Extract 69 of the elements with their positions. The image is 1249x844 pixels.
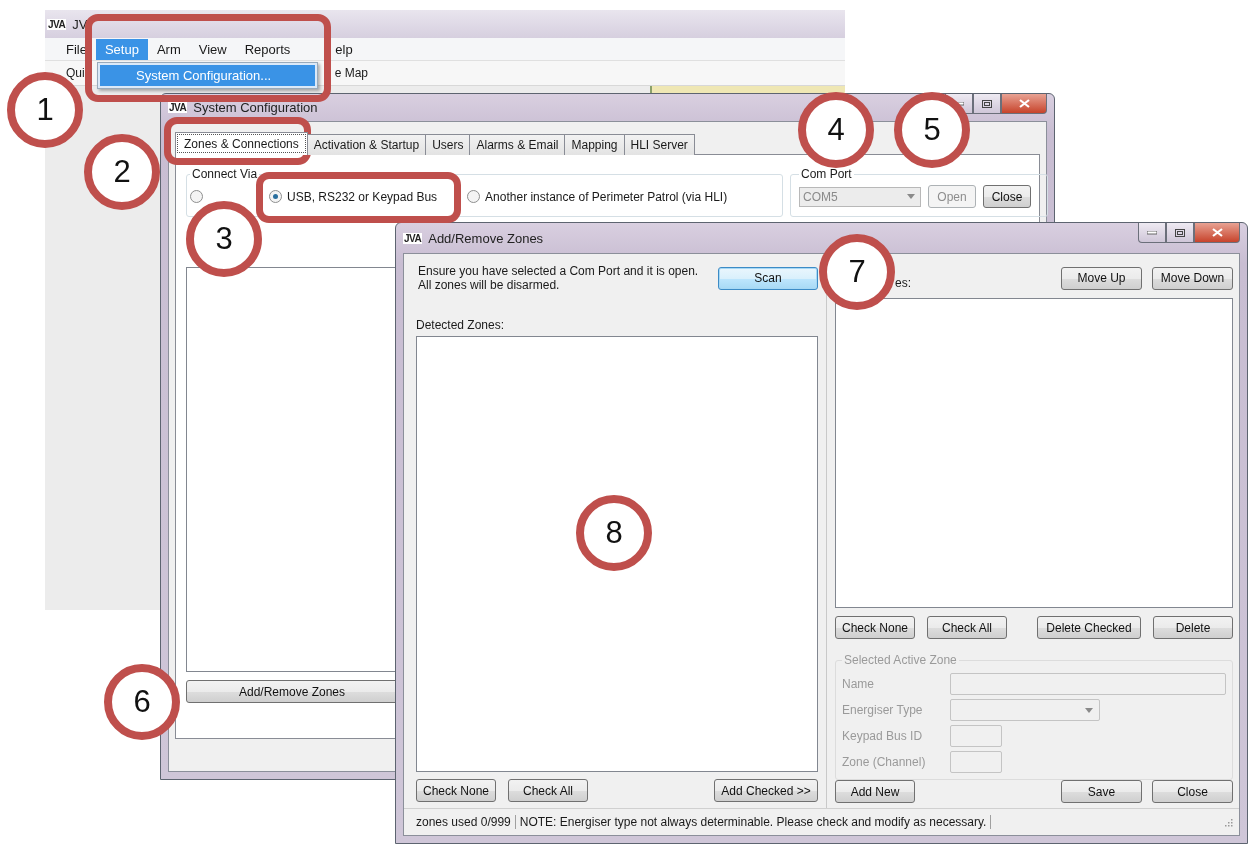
scan-button[interactable]: Scan <box>718 266 818 290</box>
footer-button[interactable]: Save <box>1061 780 1142 803</box>
move-button[interactable]: Move Up <box>1061 266 1142 290</box>
field-label: Keypad Bus ID <box>842 729 924 743</box>
maximize-icon <box>1175 228 1185 237</box>
group-label: Com Port <box>800 167 853 181</box>
list-action-button[interactable]: Check All <box>927 616 1007 639</box>
field-label: Zone (Channel) <box>842 755 927 769</box>
app-logo: JVA <box>47 18 67 30</box>
app-logo: JVA <box>168 102 188 113</box>
tab[interactable]: HLI Server <box>623 134 695 155</box>
add-checked-button[interactable]: Add Checked >> <box>714 779 818 802</box>
menu-item[interactable]: View <box>189 38 236 60</box>
group-label: Selected Active Zone <box>843 653 958 667</box>
check-button[interactable]: Check All <box>508 779 588 802</box>
notice-text: Ensure you have selected a Com Port and it is open. <box>418 264 700 278</box>
close-icon <box>1018 99 1030 108</box>
field-label: Name <box>842 677 875 691</box>
radio-button[interactable] <box>269 190 282 203</box>
footer-button[interactable]: Close <box>1152 780 1233 803</box>
radio-label: USB, RS232 or Keypad Bus <box>287 189 438 204</box>
dropdown-caret-icon <box>907 194 915 199</box>
tab[interactable]: Activation & Startup <box>306 134 427 155</box>
maximize-button[interactable] <box>1166 223 1194 243</box>
radio-button[interactable] <box>467 190 481 203</box>
dropdown-field[interactable] <box>950 699 1100 721</box>
dropdown-caret-icon <box>1085 707 1093 713</box>
radio-label: Another instance of Perimeter Patrol (via HLI) <box>485 189 728 204</box>
list-label: es: <box>895 276 911 290</box>
tab[interactable]: Alarms & Email <box>469 134 566 155</box>
add-remove-zones-button[interactable]: Add/Remove Zones <box>186 680 398 703</box>
notice-text: All zones will be disarmed. <box>418 278 561 292</box>
move-button[interactable]: Move Down <box>1152 266 1233 290</box>
close-button[interactable] <box>1194 223 1240 243</box>
step-number-badge: 6 <box>104 664 180 740</box>
tab[interactable]: Users <box>425 134 471 155</box>
input-field[interactable] <box>950 673 1226 695</box>
maximize-button[interactable] <box>973 94 1001 114</box>
app-logo: JVA <box>403 232 423 244</box>
menu-item[interactable]: elp <box>335 38 362 60</box>
list-action-button[interactable]: Delete <box>1153 616 1233 639</box>
field-label: Energiser Type <box>842 703 924 717</box>
radio-button[interactable] <box>190 190 203 203</box>
input-field[interactable] <box>950 725 1002 747</box>
toolbar-item[interactable]: Qui <box>66 66 85 80</box>
maximize-icon <box>982 99 992 108</box>
add-new-button[interactable]: Add New <box>835 780 915 803</box>
list-action-button[interactable]: Delete Checked <box>1037 616 1141 639</box>
check-button[interactable]: Check None <box>416 779 496 802</box>
minimize-button[interactable] <box>1138 223 1166 243</box>
detected-zones-list[interactable] <box>416 336 818 772</box>
window-title: System Configuration <box>193 100 318 115</box>
zone-list[interactable] <box>186 267 398 672</box>
resize-grip-icon[interactable] <box>1223 817 1233 827</box>
group-label: Connect Via <box>191 167 259 181</box>
minimize-icon <box>1147 230 1157 235</box>
menu-item[interactable]: Arm <box>147 38 190 60</box>
status-text: NOTE: Energiser type not always determinable. Please check and modify as necessary. <box>515 815 992 829</box>
close-icon <box>1211 228 1223 237</box>
tab[interactable]: Mapping <box>564 134 625 155</box>
list-action-button[interactable]: Check None <box>835 616 915 639</box>
toolbar-item[interactable]: e Map <box>334 66 369 80</box>
input-field[interactable] <box>950 751 1002 773</box>
tab[interactable]: Zones & Connections <box>175 132 308 155</box>
status-text: zones used 0/999 <box>412 815 516 829</box>
window-title: Add/Remove Zones <box>428 230 544 246</box>
menu-item[interactable]: Reports <box>235 38 300 60</box>
list-label: Detected Zones: <box>416 318 506 332</box>
close-button[interactable] <box>1001 94 1047 114</box>
